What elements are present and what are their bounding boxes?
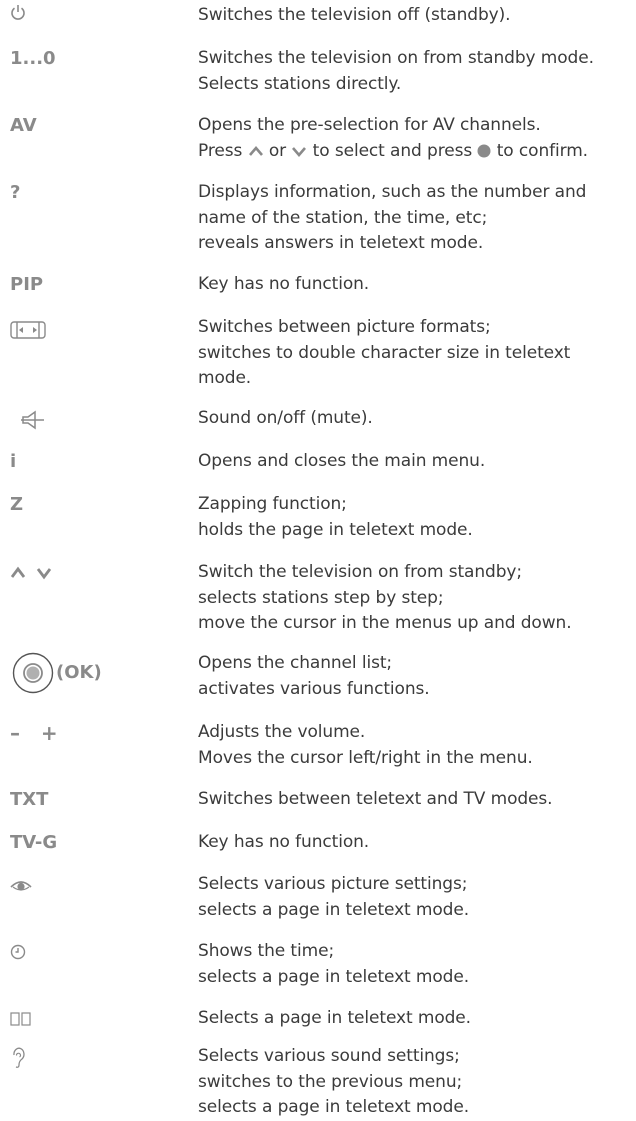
teletext-description: Switches between teletext and TV modes. [198,789,553,809]
mute-description: Sound on/off (mute). [198,408,373,428]
sound-settings-description: Selects various sound settings; switches… [198,1046,470,1117]
mute-icon [20,410,46,430]
zapping-key-label: Z [10,494,24,515]
power-icon [10,3,26,21]
menu-key-label: i [10,451,17,472]
ok-description: Opens the channel list; activates variou… [198,653,430,699]
picture-format-description: Switches between picture formats; switch… [198,317,571,388]
split-description: Selects a page in teletext mode. [198,1008,471,1028]
tv-guide-description: Key has no function. [198,832,370,852]
ok-key-label: (OK) [56,662,102,683]
pip-key-label: PIP [10,274,44,295]
power-description: Switches the television off (standby). [198,5,511,25]
up-down-description: Switch the television on from standby; s… [198,562,572,633]
teletext-key-label: TXT [10,789,49,810]
split-screen-icon [10,1012,32,1026]
menu-description: Opens and closes the main menu. [198,451,486,471]
clock-icon [10,944,26,960]
info-description: Displays information, such as the number… [198,182,587,253]
volume-description: Adjusts the volume. Moves the cursor lef… [198,722,533,768]
ok-dot-icon [477,144,491,157]
up-arrow-icon [248,145,263,156]
up-down-arrows-icon [10,565,54,581]
volume-key-label: – + [10,721,58,745]
tv-guide-key-label: TV-G [10,832,58,853]
picture-settings-description: Selects various picture settings; select… [198,874,470,920]
pip-description: Key has no function. [198,274,370,294]
zapping-description: Zapping function; holds the page in tele… [198,494,473,540]
ok-button-icon [12,652,54,694]
clock-description: Shows the time; selects a page in telete… [198,941,470,987]
ear-icon [10,1047,26,1069]
info-key-label: ? [10,182,21,203]
digits-description: Switches the television on from standby … [198,48,594,94]
eye-icon [10,879,32,893]
av-key-label: AV [10,115,37,136]
av-description: Opens the pre-selection for AV channels.… [198,115,588,161]
down-arrow-icon [292,146,307,157]
picture-format-icon [10,321,46,339]
digits-key-label: 1...0 [10,48,56,69]
